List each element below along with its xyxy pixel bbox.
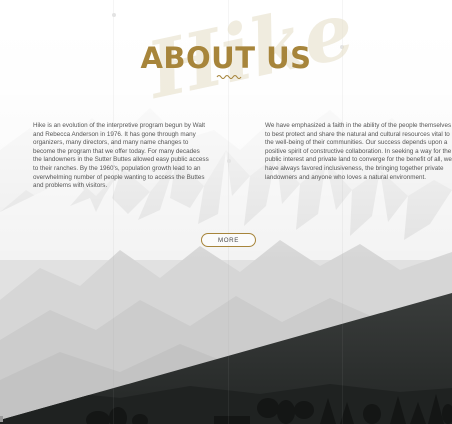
squiggle-divider-icon xyxy=(216,74,242,79)
scroll-indicator xyxy=(0,416,3,422)
decorative-dot xyxy=(112,13,116,17)
more-button[interactable]: MORE xyxy=(201,233,256,247)
about-page: Hike ABOUT US Hike is an evolution of th… xyxy=(0,0,452,424)
decorative-dot xyxy=(227,159,231,163)
page-title: ABOUT US xyxy=(140,41,312,75)
about-paragraph-left: Hike is an evolution of the interpretive… xyxy=(33,122,209,190)
about-paragraph-right: We have emphasized a faith in the abilit… xyxy=(265,122,452,181)
